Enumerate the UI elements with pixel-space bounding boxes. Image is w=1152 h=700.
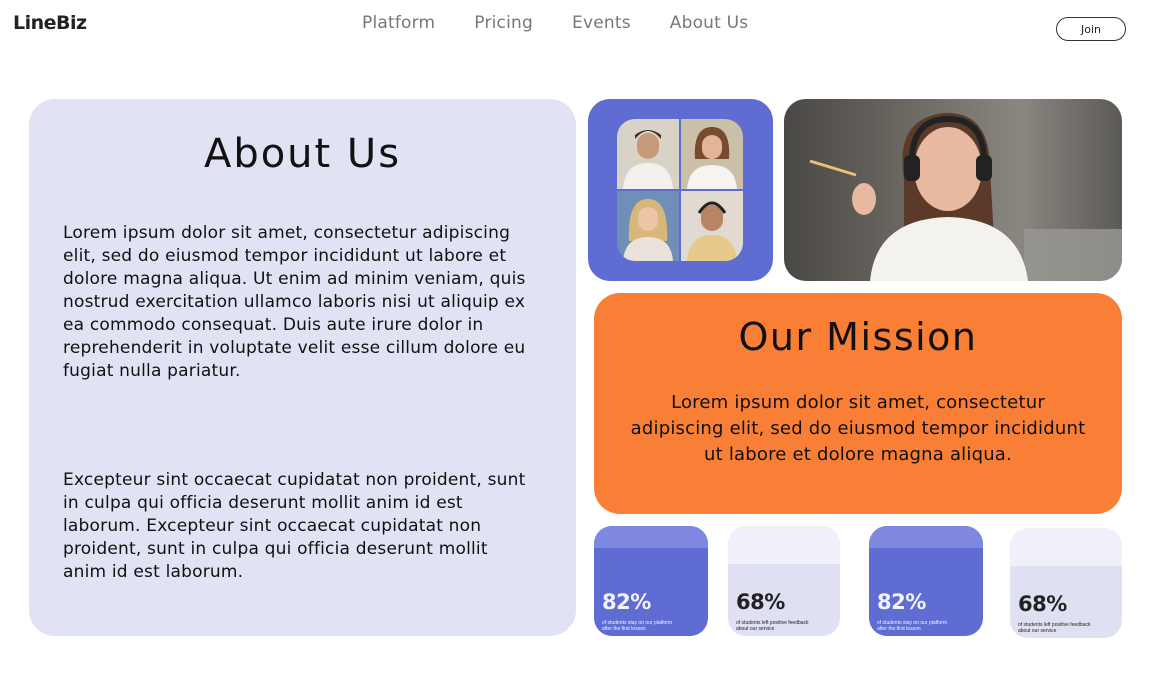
stat-caption: of students left positive feedback about… [736, 620, 809, 632]
nav-item-platform[interactable]: Platform [362, 13, 435, 33]
stat-value: 68% [736, 590, 785, 614]
about-us-paragraph-2: Excepteur sint occaecat cupidatat non pr… [63, 470, 526, 582]
about-us-card: About Us Lorem ipsum dolor sit amet, con… [29, 99, 576, 636]
stat-card-1: 82% of students stay on our platform aft… [594, 526, 708, 636]
brand-logo[interactable]: LineBiz [13, 12, 87, 34]
stat-caption: of students stay on our platform after t… [877, 620, 948, 632]
nav-item-events[interactable]: Events [572, 13, 631, 33]
stat-card-header [594, 526, 708, 548]
stat-card-header [1010, 528, 1122, 566]
join-button[interactable]: Join [1056, 17, 1126, 41]
video-call-card [588, 99, 773, 281]
stat-card-2: 68% of students left positive feedback a… [728, 526, 840, 636]
participant-image-2 [681, 119, 743, 189]
participant-image-1 [617, 119, 679, 189]
our-mission-card: Our Mission Lorem ipsum dolor sit amet, … [594, 293, 1122, 514]
stat-caption: of students left positive feedback about… [1018, 622, 1091, 634]
stat-value: 82% [602, 590, 651, 614]
stat-value: 68% [1018, 592, 1067, 616]
student-photo [784, 99, 1122, 281]
participant-image-3 [617, 191, 679, 261]
main-nav: Platform Pricing Events About Us [362, 13, 748, 33]
stat-caption: of students stay on our platform after t… [602, 620, 673, 632]
our-mission-title: Our Mission [738, 315, 978, 359]
participant-image-4 [681, 191, 743, 261]
stat-value: 82% [877, 590, 926, 614]
stat-card-3: 82% of students stay on our platform aft… [869, 526, 983, 636]
stat-card-header [728, 526, 840, 564]
stat-card-4: 68% of students left positive feedback a… [1010, 528, 1122, 638]
nav-item-pricing[interactable]: Pricing [474, 13, 533, 33]
stat-card-header [869, 526, 983, 548]
about-us-paragraph-1: Lorem ipsum dolor sit amet, consectetur … [63, 223, 526, 381]
nav-item-about-us[interactable]: About Us [670, 13, 749, 33]
our-mission-text: Lorem ipsum dolor sit amet, consectetur … [630, 392, 1086, 465]
about-us-title: About Us [203, 131, 402, 177]
video-call-grid [617, 119, 743, 261]
